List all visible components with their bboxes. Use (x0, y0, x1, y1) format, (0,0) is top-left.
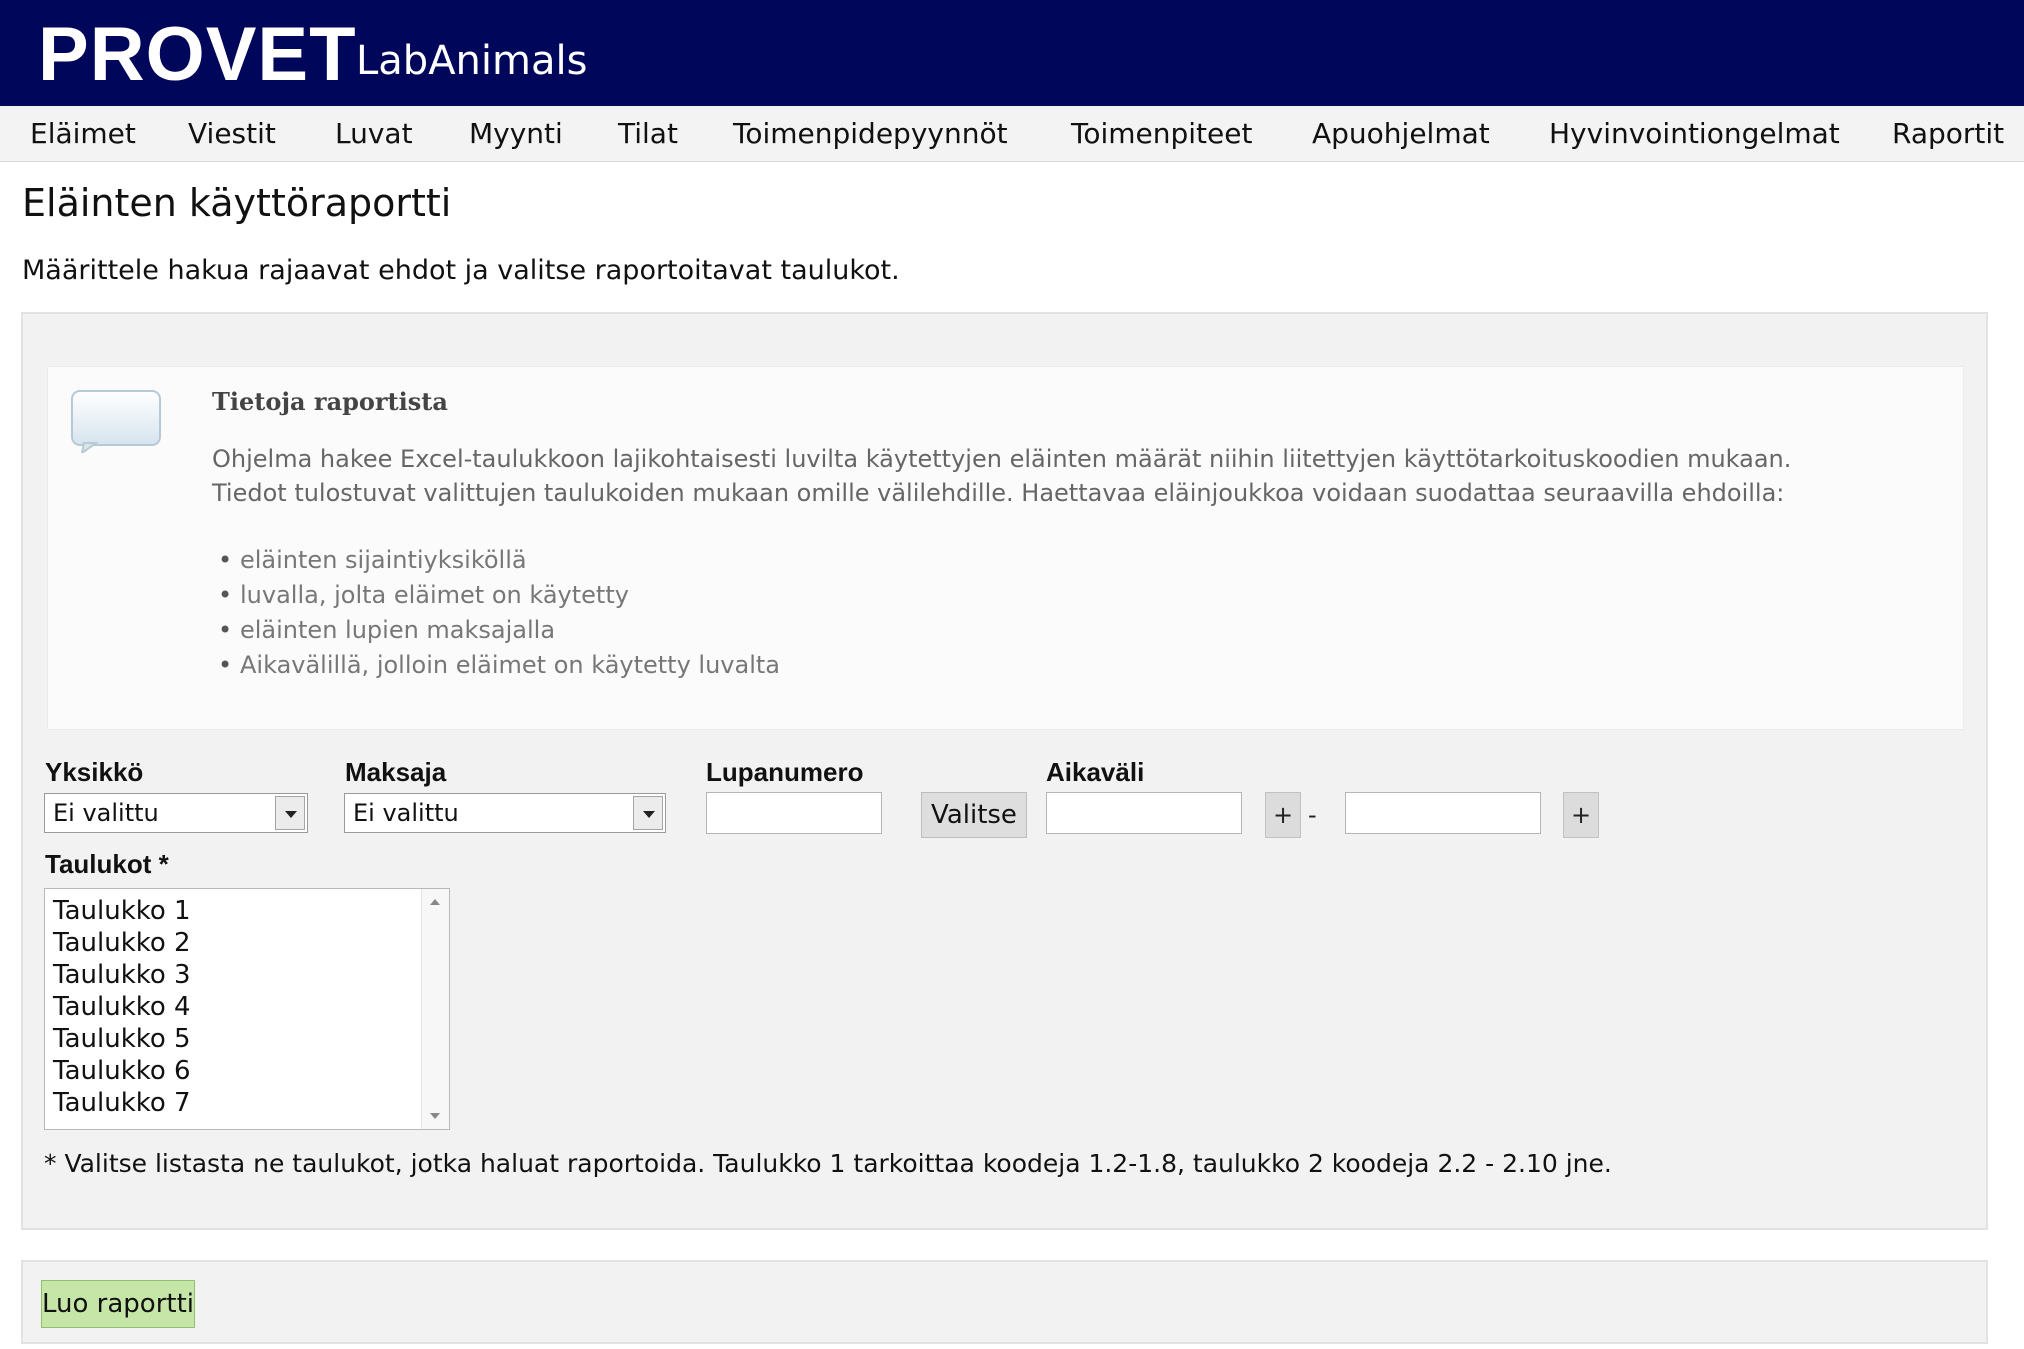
nav-item-elaimet[interactable]: Eläimet (30, 106, 136, 162)
period-label: Aikaväli (1046, 757, 1145, 787)
tables-listbox[interactable]: Taulukko 1 Taulukko 2 Taulukko 3 Taulukk… (44, 888, 450, 1130)
payer-select-value: Ei valittu (353, 799, 459, 827)
period-end-picker-button[interactable]: + (1563, 792, 1599, 838)
info-title: Tietoja raportista (212, 387, 448, 416)
tables-list: Taulukko 1 Taulukko 2 Taulukko 3 Taulukk… (45, 895, 421, 1119)
tables-label: Taulukot * (45, 849, 169, 879)
info-text-line-2: Tiedot tulostuvat valittujen taulukoiden… (212, 479, 1785, 507)
scroll-down-icon[interactable] (430, 1113, 440, 1119)
create-report-button[interactable]: Luo raportti (41, 1280, 195, 1328)
nav-item-myynti[interactable]: Myynti (469, 106, 563, 162)
nav-item-toimenpidepyynnot[interactable]: Toimenpidepyynnöt (733, 106, 1008, 162)
page-intro: Määrittele hakua rajaavat ehdot ja valit… (22, 255, 900, 286)
permit-number-input[interactable] (706, 792, 882, 834)
period-start-input[interactable] (1046, 792, 1242, 834)
nav-item-viestit[interactable]: Viestit (188, 106, 276, 162)
nav-item-luvat[interactable]: Luvat (335, 106, 413, 162)
nav-item-apuohjelmat[interactable]: Apuohjelmat (1312, 106, 1490, 162)
list-item: eläinten lupien maksajalla (212, 613, 780, 648)
nav-item-tilat[interactable]: Tilat (618, 106, 678, 162)
list-item[interactable]: Taulukko 6 (45, 1055, 421, 1087)
unit-select-value: Ei valittu (53, 799, 159, 827)
info-text-line-1: Ohjelma hakee Excel-taulukkoon lajikohta… (212, 445, 1792, 473)
nav-item-raportit[interactable]: Raportit (1892, 106, 2004, 162)
list-item[interactable]: Taulukko 4 (45, 991, 421, 1023)
list-item[interactable]: Taulukko 2 (45, 927, 421, 959)
unit-label: Yksikkö (45, 757, 144, 787)
period-end-input[interactable] (1345, 792, 1541, 834)
list-item[interactable]: Taulukko 1 (45, 895, 421, 927)
brand-logo: PROVET (38, 12, 357, 97)
period-start-picker-button[interactable]: + (1265, 792, 1301, 838)
scroll-up-icon[interactable] (430, 899, 440, 905)
list-item[interactable]: Taulukko 7 (45, 1087, 421, 1119)
listbox-scrollbar[interactable] (421, 889, 449, 1129)
tables-footnote: * Valitse listasta ne taulukot, jotka ha… (44, 1149, 1612, 1178)
report-info-box: Tietoja raportista Ohjelma hakee Excel-t… (47, 366, 1964, 730)
list-item: luvalla, jolta eläimet on käytetty (212, 578, 780, 613)
main-nav: Eläimet Viestit Luvat Myynti Tilat Toime… (0, 106, 2024, 162)
list-item[interactable]: Taulukko 3 (45, 959, 421, 991)
select-permit-button[interactable]: Valitse (921, 792, 1027, 838)
page-title: Eläinten käyttöraportti (22, 181, 452, 225)
period-separator: - (1308, 801, 1317, 829)
permit-number-label: Lupanumero (706, 757, 864, 787)
nav-item-hyvinvointiongelmat[interactable]: Hyvinvointiongelmat (1549, 106, 1840, 162)
unit-select[interactable]: Ei valittu (44, 793, 308, 833)
filter-criteria-list: eläinten sijaintiyksiköllä luvalla, jolt… (212, 543, 780, 683)
payer-label: Maksaja (345, 757, 447, 787)
payer-select[interactable]: Ei valittu (344, 793, 666, 833)
list-item: eläinten sijaintiyksiköllä (212, 543, 780, 578)
nav-item-toimenpiteet[interactable]: Toimenpiteet (1071, 106, 1252, 162)
chevron-down-icon (275, 796, 305, 830)
list-item[interactable]: Taulukko 5 (45, 1023, 421, 1055)
action-bar: Luo raportti (21, 1260, 1988, 1344)
product-name: LabAnimals (356, 38, 588, 84)
list-item: Aikavälillä, jolloin eläimet on käytetty… (212, 648, 780, 683)
speech-bubble-icon (71, 390, 161, 453)
app-header: PROVET LabAnimals (0, 0, 2024, 106)
chevron-down-icon (633, 796, 663, 830)
report-filter-panel: Tietoja raportista Ohjelma hakee Excel-t… (21, 312, 1988, 1230)
